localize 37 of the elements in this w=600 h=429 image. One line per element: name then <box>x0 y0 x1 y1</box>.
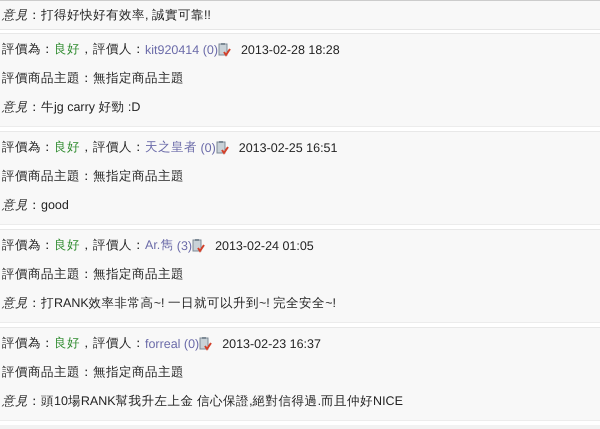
rating-value: 良好 <box>54 237 80 254</box>
rating-label: 評價為： <box>2 237 54 254</box>
reviewer-link[interactable]: forreal <box>145 336 180 350</box>
rating-value: 良好 <box>54 41 80 58</box>
reviewer-label: ，評價人： <box>80 41 145 58</box>
reviewer-label: ，評價人： <box>80 335 145 352</box>
rating-label: 評價為： <box>2 335 54 352</box>
comment-text: 意見：打RANK效率非常高~! 一日就可以升到~! 完全安全~! <box>2 295 336 312</box>
subject-text: 評價商品主題：無指定商品主題 <box>2 364 184 381</box>
review-date: 2013-02-23 16:37 <box>222 336 321 350</box>
comment-text: 意見：牛jg carry 好勁 :D <box>2 99 140 116</box>
rating-value: 良好 <box>54 139 80 156</box>
reviewer-score: (0) <box>182 336 200 350</box>
reviewer-label: ，評價人： <box>80 237 145 254</box>
reviewer-score: (0) <box>202 42 218 56</box>
comment-text: 意見：打得好快好有效率, 誠實可靠!! <box>2 6 211 24</box>
subject-text: 評價商品主題：無指定商品主題 <box>2 70 184 87</box>
reviewer-score: (3) <box>176 238 192 252</box>
review-date: 2013-02-28 18:28 <box>240 42 340 56</box>
reviewer-link[interactable]: 天之皇者 <box>145 139 197 156</box>
review-date: 2013-02-24 01:05 <box>215 238 314 252</box>
rating-value: 良好 <box>54 335 80 352</box>
notepad-check-icon <box>218 42 231 56</box>
rating-label: 評價為： <box>2 139 54 156</box>
notepad-check-icon <box>199 336 212 350</box>
subject-text: 評價商品主題：無指定商品主題 <box>2 168 184 185</box>
comment-text: 意見：頭10場RANK幫我升左上金 信心保證,絕對信得過.而且仲好NICE <box>2 393 403 410</box>
comment-text: 意見：good <box>2 197 69 214</box>
reviewer-link[interactable]: kit920414 <box>145 42 200 56</box>
reviewer-link[interactable]: Ar.雋 <box>145 237 174 254</box>
reviewer-label: ，評價人： <box>80 139 145 156</box>
notepad-check-icon <box>216 140 229 154</box>
review-date: 2013-02-25 16:51 <box>238 140 338 154</box>
rating-label: 評價為： <box>2 41 54 58</box>
subject-text: 評價商品主題：無指定商品主題 <box>2 266 184 283</box>
reviewer-score: (0) <box>199 140 216 154</box>
notepad-check-icon <box>192 238 206 252</box>
